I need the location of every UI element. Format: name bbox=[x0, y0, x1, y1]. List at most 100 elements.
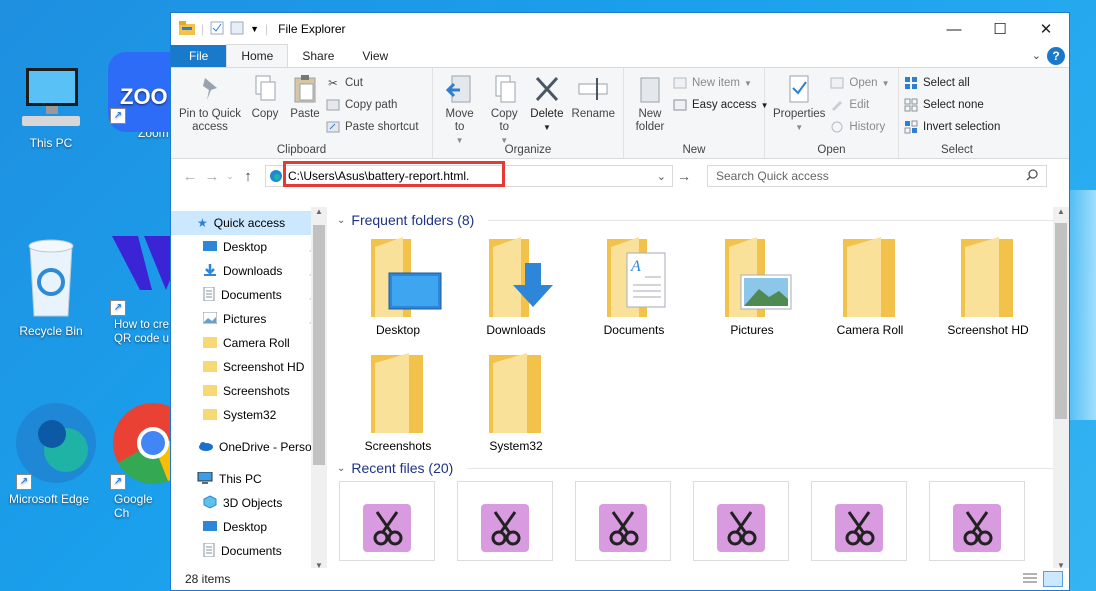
tab-file[interactable]: File bbox=[171, 45, 227, 67]
nav-item-documents-pc[interactable]: Documents bbox=[171, 539, 327, 563]
desktop-icon-this-pc[interactable]: This PC bbox=[6, 62, 96, 150]
folder-camera-roll[interactable]: Camera Roll bbox=[811, 233, 929, 349]
folder-label: Pictures bbox=[730, 323, 774, 337]
nav-item-system32[interactable]: System32 bbox=[171, 403, 327, 427]
ribbon-collapse-icon[interactable]: ⌄ bbox=[1032, 49, 1041, 62]
up-arrow-icon[interactable]: ↑ bbox=[237, 168, 259, 185]
move-to-label: Move to bbox=[445, 108, 474, 133]
shortcut-arrow-icon: ↗ bbox=[110, 474, 126, 490]
document-icon bbox=[203, 286, 215, 304]
nav-scroll-thumb[interactable] bbox=[313, 225, 325, 465]
frequent-folders-header[interactable]: ⌄ Frequent folders (8) bbox=[327, 207, 1069, 233]
maximize-button[interactable]: ☐ bbox=[977, 13, 1023, 45]
new-item-button[interactable]: New item ▼ bbox=[672, 74, 768, 92]
navigation-pane: ★ Quick access Desktop📌 Downloads📌 Docume… bbox=[171, 207, 327, 590]
paste-icon bbox=[289, 72, 321, 106]
folder-screenshot-hd[interactable]: Screenshot HD bbox=[929, 233, 1047, 349]
nav-item-desktop[interactable]: Desktop📌 bbox=[171, 235, 327, 259]
recent-file[interactable] bbox=[575, 481, 671, 561]
nav-item-quick-access[interactable]: ★ Quick access bbox=[171, 211, 327, 235]
paste-shortcut-button[interactable]: Paste shortcut bbox=[325, 118, 419, 136]
properties-qat-icon[interactable] bbox=[210, 21, 224, 38]
copy-to-icon bbox=[488, 72, 520, 106]
desktop-icon-label: This PC bbox=[29, 136, 73, 150]
folder-downloads[interactable]: Downloads bbox=[457, 233, 575, 349]
nav-item-screenshots[interactable]: Screenshots bbox=[171, 379, 327, 403]
invert-selection-label: Invert selection bbox=[923, 121, 1001, 133]
details-view-icon[interactable] bbox=[1021, 571, 1039, 585]
nav-scrollbar[interactable]: ▲ ▼ bbox=[311, 207, 327, 570]
scroll-up-icon[interactable]: ▲ bbox=[311, 207, 327, 216]
address-dropdown-icon[interactable]: ⌄ bbox=[657, 170, 666, 183]
main-scrollbar[interactable]: ▲ ▼ bbox=[1053, 207, 1069, 570]
easy-access-label: Easy access bbox=[692, 99, 757, 111]
new-folder-qat-icon[interactable] bbox=[230, 21, 244, 38]
address-bar[interactable]: C:\Users\Asus\battery-report.html. ⌄ bbox=[265, 161, 673, 187]
nav-item-this-pc[interactable]: This PC bbox=[171, 467, 327, 491]
recent-file[interactable] bbox=[693, 481, 789, 561]
main-scroll-thumb[interactable] bbox=[1055, 223, 1067, 419]
folder-documents[interactable]: A Documents bbox=[575, 233, 693, 349]
recent-file[interactable] bbox=[339, 481, 435, 561]
recent-locations-icon[interactable]: ⌄ bbox=[223, 171, 237, 182]
desktop-icon-edge[interactable]: ↗ Microsoft Edge bbox=[4, 398, 96, 506]
window-controls: — ☐ ✕ bbox=[931, 13, 1069, 45]
folder-icon bbox=[471, 349, 561, 437]
help-icon[interactable]: ? bbox=[1047, 47, 1065, 65]
select-all-button[interactable]: Select all bbox=[903, 74, 1000, 92]
minimize-button[interactable]: — bbox=[931, 13, 977, 45]
easy-access-button[interactable]: Easy access ▼ bbox=[672, 96, 768, 114]
cube-icon bbox=[203, 494, 217, 512]
desktop-icon-zoom[interactable]: ZOO ↗ Zoom bbox=[108, 52, 170, 140]
open-label: Open bbox=[849, 77, 878, 89]
desktop-icon-chrome[interactable]: ↗ Google Ch bbox=[108, 398, 170, 520]
search-icon[interactable] bbox=[1026, 168, 1038, 184]
nav-label: Screenshots bbox=[223, 384, 290, 398]
folder-system32[interactable]: System32 bbox=[457, 349, 575, 465]
nav-item-pictures[interactable]: Pictures📌 bbox=[171, 307, 327, 331]
invert-selection-button[interactable]: Invert selection bbox=[903, 118, 1000, 136]
forward-arrow-icon[interactable]: → bbox=[201, 168, 223, 185]
go-arrow-icon[interactable]: → bbox=[673, 168, 695, 184]
folder-desktop[interactable]: Desktop bbox=[339, 233, 457, 349]
tab-share[interactable]: Share bbox=[288, 45, 348, 67]
copy-path-label: Copy path bbox=[345, 99, 398, 111]
folder-pictures[interactable]: Pictures bbox=[693, 233, 811, 349]
nav-item-documents[interactable]: Documents📌 bbox=[171, 283, 327, 307]
title-bar: | ▼ | File Explorer — ☐ ✕ bbox=[171, 13, 1069, 45]
history-button[interactable]: History bbox=[829, 118, 889, 136]
nav-item-camera-roll[interactable]: Camera Roll bbox=[171, 331, 327, 355]
nav-item-screenshot-hd[interactable]: Screenshot HD bbox=[171, 355, 327, 379]
item-count: 28 items bbox=[185, 572, 231, 586]
close-button[interactable]: ✕ bbox=[1023, 13, 1069, 45]
recent-file[interactable] bbox=[929, 481, 1025, 561]
folder-screenshots[interactable]: Screenshots bbox=[339, 349, 457, 465]
qat-customize-icon[interactable]: ▼ bbox=[250, 24, 259, 34]
desktop-icon-recycle-bin[interactable]: Recycle Bin bbox=[6, 232, 96, 338]
back-arrow-icon[interactable]: ← bbox=[179, 168, 201, 185]
desktop-icon-qr-app[interactable]: ↗ How to cre QR code u bbox=[108, 230, 170, 346]
nav-item-desktop-pc[interactable]: Desktop bbox=[171, 515, 327, 539]
search-input[interactable]: Search Quick access bbox=[707, 165, 1047, 187]
folder-icon bbox=[203, 360, 217, 375]
edit-button[interactable]: Edit bbox=[829, 96, 889, 114]
folder-icon bbox=[353, 349, 443, 437]
nav-item-3d-objects[interactable]: 3D Objects bbox=[171, 491, 327, 515]
open-button[interactable]: Open ▼ bbox=[829, 74, 889, 92]
tab-home[interactable]: Home bbox=[226, 44, 289, 67]
chevron-down-icon: ⌄ bbox=[337, 214, 346, 226]
tab-view[interactable]: View bbox=[348, 45, 402, 67]
large-icons-view-icon[interactable] bbox=[1043, 571, 1063, 587]
cut-button[interactable]: ✂ Cut bbox=[325, 74, 419, 92]
select-none-button[interactable]: Select none bbox=[903, 96, 1000, 114]
nav-item-onedrive[interactable]: OneDrive - Persor bbox=[171, 435, 327, 459]
recent-file[interactable] bbox=[457, 481, 553, 561]
main-pane: ⌄ Frequent folders (8) Desktop Downloads… bbox=[327, 207, 1069, 590]
nav-item-downloads[interactable]: Downloads📌 bbox=[171, 259, 327, 283]
nav-label: Documents bbox=[221, 288, 282, 302]
select-all-icon bbox=[903, 76, 919, 90]
scroll-up-icon[interactable]: ▲ bbox=[1053, 207, 1069, 216]
recent-file[interactable] bbox=[811, 481, 907, 561]
copy-path-button[interactable]: Copy path bbox=[325, 96, 419, 114]
pictures-icon bbox=[202, 311, 218, 327]
